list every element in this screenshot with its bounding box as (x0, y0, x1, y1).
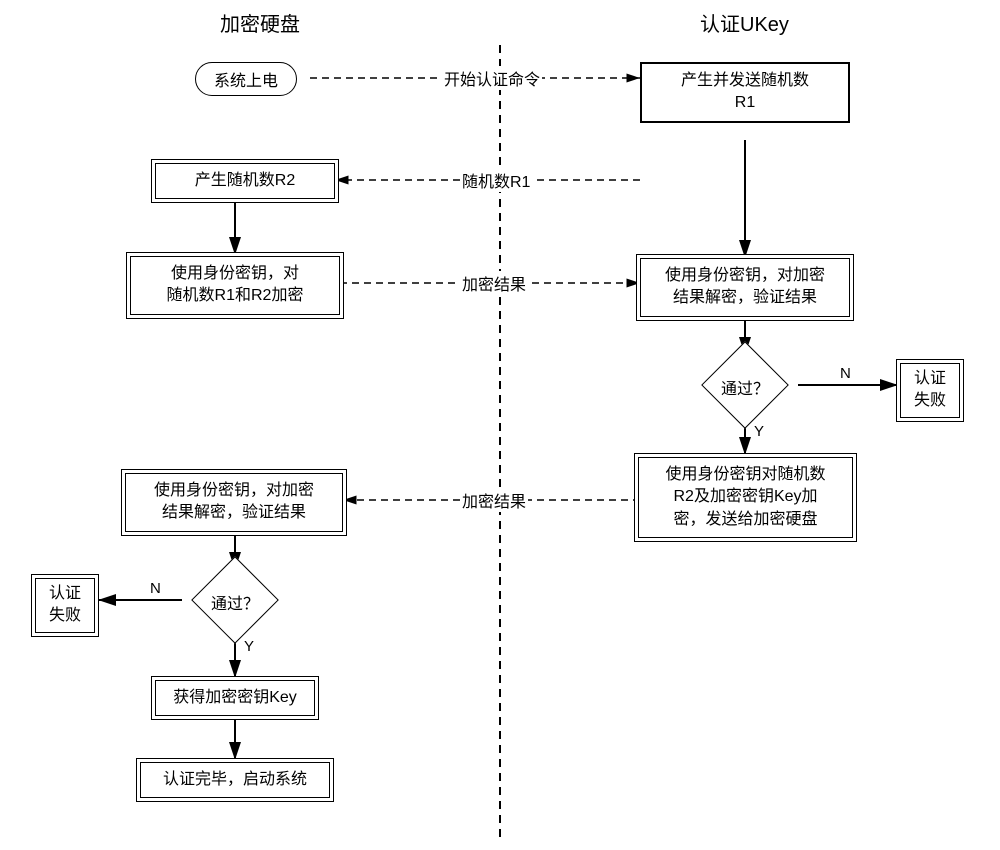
start-node: 系统上电 (195, 62, 297, 96)
label-enc1: 加密结果 (460, 271, 528, 295)
label-y-right: Y (754, 423, 764, 440)
box-encrypt-r1r2: 使用身份密钥，对 随机数R1和R2加密 (130, 256, 340, 315)
box-left-decrypt: 使用身份密钥，对加密 结果解密，验证结果 (125, 473, 343, 532)
box-left-fail: 认证 失败 (35, 578, 95, 633)
header-right: 认证UKey (700, 8, 789, 37)
box-get-key: 获得加密密钥Key (155, 680, 315, 716)
decision-right: 通过？ (695, 357, 795, 413)
label-r1: 随机数R1 (460, 168, 532, 192)
decision-left: 通过？ (185, 572, 285, 628)
box-right-decrypt: 使用身份密钥，对加密 结果解密，验证结果 (640, 258, 850, 317)
label-enc2: 加密结果 (460, 488, 528, 512)
label-y-left: Y (244, 638, 254, 655)
connectors (0, 0, 1000, 850)
label-n-left: N (150, 580, 161, 597)
box-gen-r2: 产生随机数R2 (155, 163, 335, 199)
label-n-right: N (840, 365, 851, 382)
box-encrypt-key: 使用身份密钥对随机数 R2及加密密钥Key加 密，发送给加密硬盘 (638, 457, 853, 538)
flowchart: 加密硬盘 认证UKey (0, 0, 1000, 850)
box-done: 认证完毕，启动系统 (140, 762, 330, 798)
header-left: 加密硬盘 (220, 8, 300, 37)
box-right-fail: 认证 失败 (900, 363, 960, 418)
box-gen-r1: 产生并发送随机数 R1 (640, 62, 850, 123)
label-start-auth: 开始认证命令 (442, 66, 542, 90)
